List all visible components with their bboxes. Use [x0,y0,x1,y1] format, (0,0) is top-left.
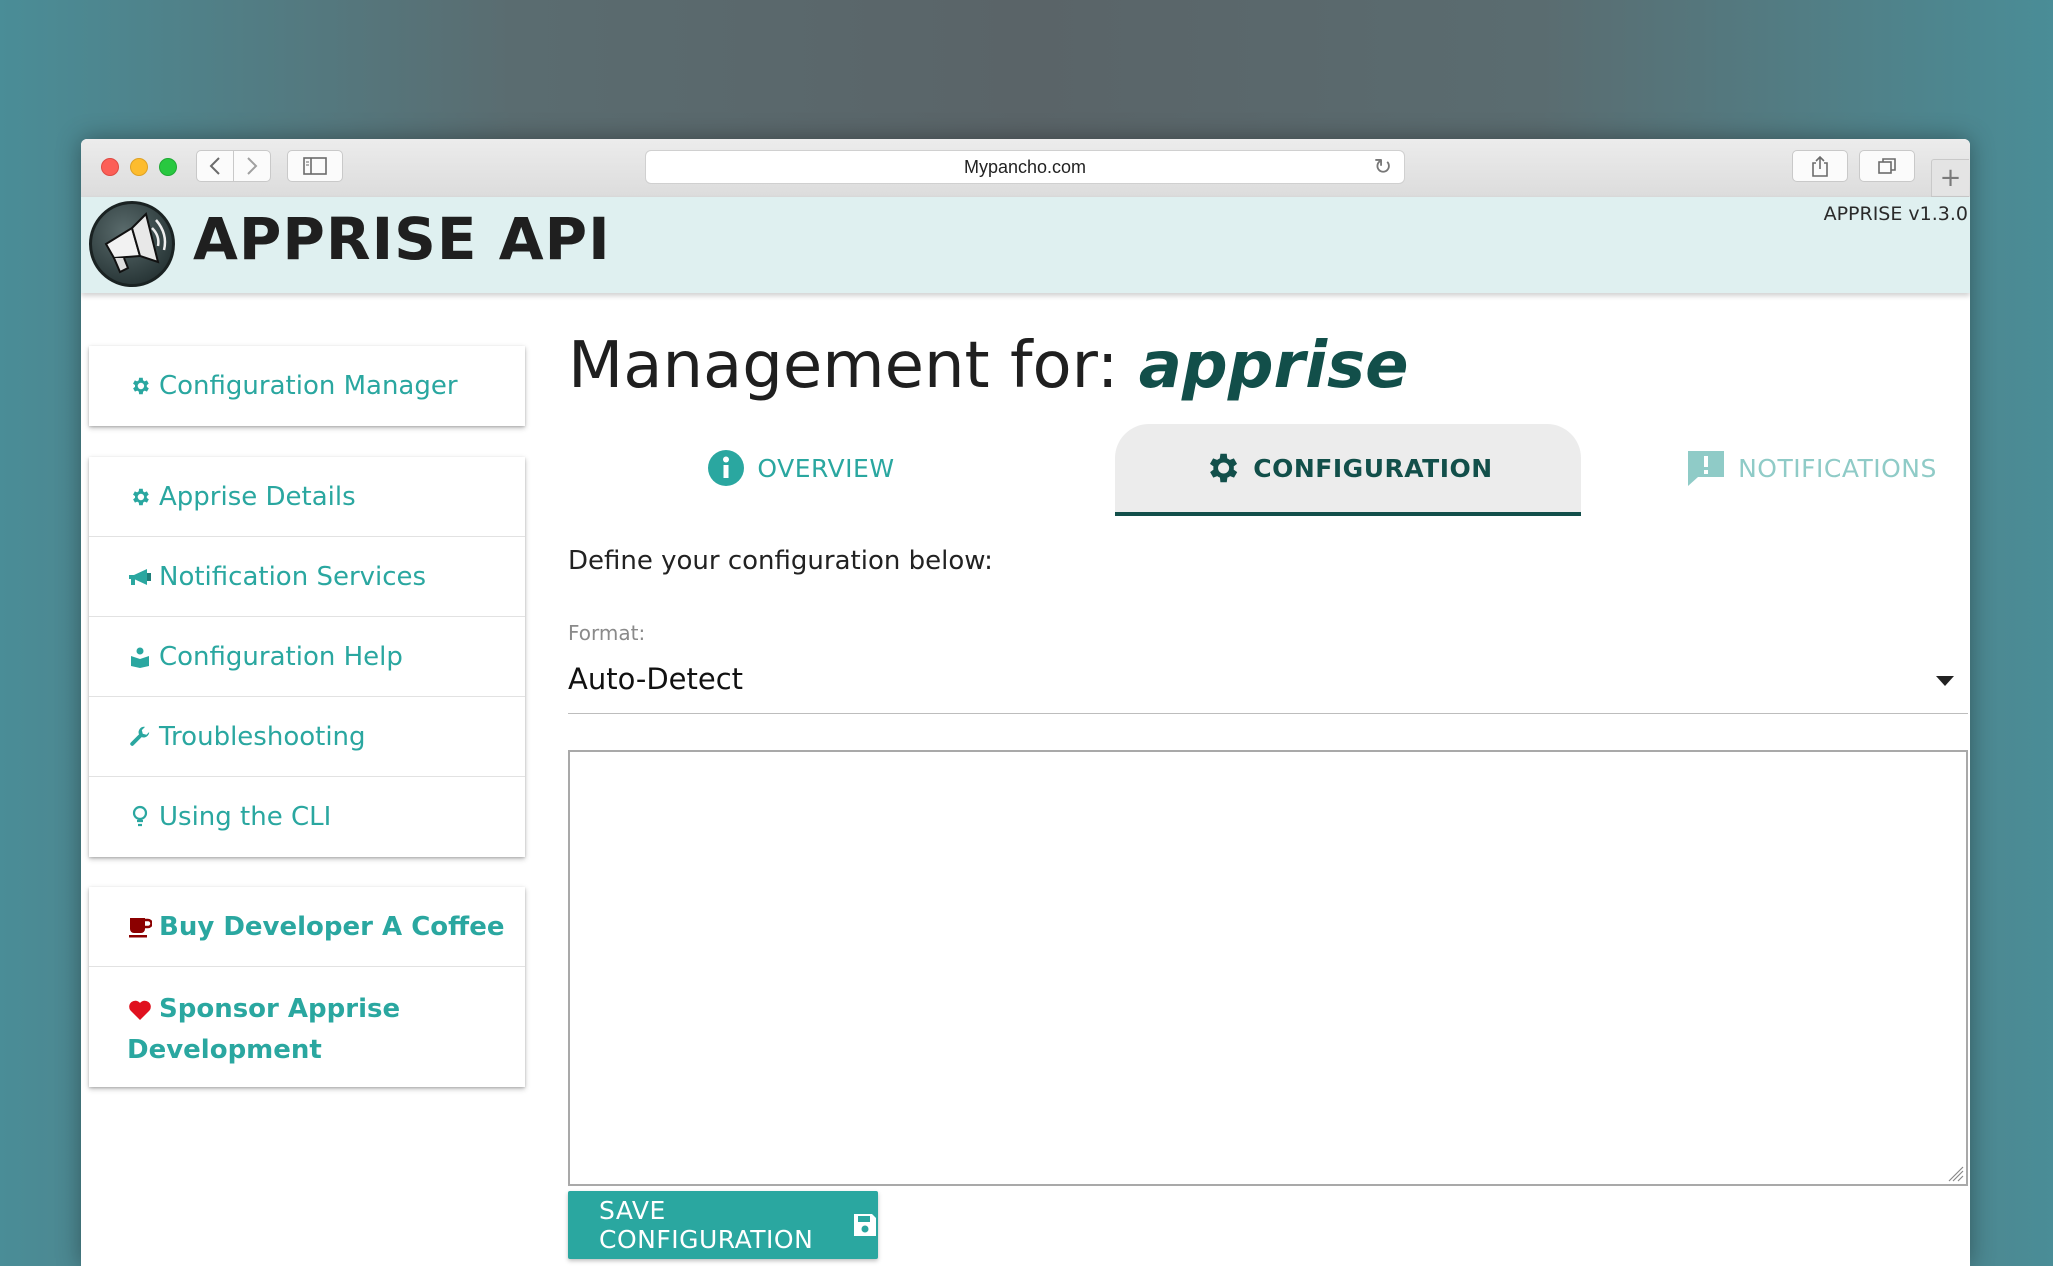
gear-icon [127,486,153,508]
tabs-icon [1878,158,1896,174]
sidebar-toggle-button[interactable] [287,150,343,182]
share-icon [1812,155,1828,177]
megaphone-icon [127,567,153,587]
support-card: Buy Developer A Coffee Sponsor Apprise D… [89,887,525,1087]
share-button[interactable] [1792,150,1848,182]
sidebar-icon [303,157,327,175]
sidebar-item-label: Troubleshooting [159,721,366,752]
app-title: APPRISE API [193,205,611,273]
app-header: APPRISE API APPRISE v1.3.0 [81,197,1970,293]
config-manager-card: Configuration Manager [89,346,525,426]
sidebar-item-notification-services[interactable]: Notification Services [89,537,525,617]
tab-overview[interactable]: OVERVIEW [568,424,1034,512]
sidebar-item-using-the-cli[interactable]: Using the CLI [89,777,525,857]
tab-configuration[interactable]: CONFIGURATION [1115,424,1581,516]
sidebar-item-label: Using the CLI [159,802,332,832]
docs-nav-card: Apprise Details Notification Services Co… [89,457,525,857]
plus-icon: + [1939,163,1962,193]
coffee-icon [127,916,153,938]
info-icon [707,449,745,487]
page-title: Management for: apprise [568,329,1409,403]
tab-overview-button[interactable] [1859,150,1915,182]
floppy-disk-icon [852,1212,878,1238]
tab-bar: OVERVIEW CONFIGURATION NOTIFICATIONS [568,424,1970,516]
sidebar-item-sponsor[interactable]: Sponsor Apprise Development [89,967,525,1087]
configuration-textarea[interactable] [568,750,1968,1186]
tab-notifications[interactable]: NOTIFICATIONS [1653,424,1970,512]
sidebar-item-label: Configuration Help [159,641,403,672]
format-select-value: Auto-Detect [568,662,744,696]
page-title-key: apprise [1138,329,1409,403]
zoom-window-button[interactable] [159,158,177,176]
sidebar-item-label-continued: Development [127,1035,322,1065]
chevron-left-icon [209,157,220,175]
tab-label: NOTIFICATIONS [1738,453,1937,483]
sidebar-item-label: Notification Services [159,561,427,592]
close-window-button[interactable] [101,158,119,176]
gear-icon [1203,449,1241,487]
sidebar-item-label: Apprise Details [159,481,356,512]
caret-down-icon [1936,676,1954,686]
sidebar-item-buy-coffee[interactable]: Buy Developer A Coffee [89,887,525,967]
book-reader-icon [127,646,153,668]
format-label: Format: [568,621,646,645]
sidebar-item-label: Buy Developer A Coffee [159,911,505,942]
sidebar-item-label: Sponsor Apprise [159,994,401,1024]
sidebar-item-label: Configuration Manager [159,371,458,401]
page-title-prefix: Management for: [568,329,1119,403]
format-select[interactable]: Auto-Detect [568,652,1968,714]
wrench-icon [127,726,153,748]
minimize-window-button[interactable] [130,158,148,176]
sidebar-item-configuration-manager[interactable]: Configuration Manager [89,346,525,426]
lightbulb-icon [127,805,153,829]
sidebar-item-configuration-help[interactable]: Configuration Help [89,617,525,697]
chevron-right-icon [247,157,258,175]
alert-comment-icon [1686,449,1726,487]
browser-toolbar: Mypancho.com ↻ + [81,139,1970,198]
gear-icon [127,375,153,397]
url-text: Mypancho.com [963,156,1087,177]
megaphone-logo-icon [89,201,175,287]
new-tab-button[interactable]: + [1931,159,1969,197]
tab-label: CONFIGURATION [1253,453,1493,483]
sidebar-item-apprise-details[interactable]: Apprise Details [89,457,525,537]
back-button[interactable] [196,150,234,182]
reload-icon[interactable]: ↻ [1374,154,1392,180]
tab-label: OVERVIEW [757,453,895,483]
instruction-text: Define your configuration below: [568,546,993,576]
heart-icon [127,999,153,1021]
address-bar[interactable]: Mypancho.com ↻ [645,150,1405,184]
resize-grip-icon[interactable] [1948,1166,1964,1182]
version-label: APPRISE v1.3.0 [1823,203,1968,225]
sidebar-item-troubleshooting[interactable]: Troubleshooting [89,697,525,777]
save-button-label: SAVE CONFIGURATION [599,1196,814,1254]
forward-button[interactable] [233,150,271,182]
browser-window: Mypancho.com ↻ + APPRISE API APPRISE v1.… [81,139,1970,1266]
save-configuration-button[interactable]: SAVE CONFIGURATION [568,1191,878,1259]
